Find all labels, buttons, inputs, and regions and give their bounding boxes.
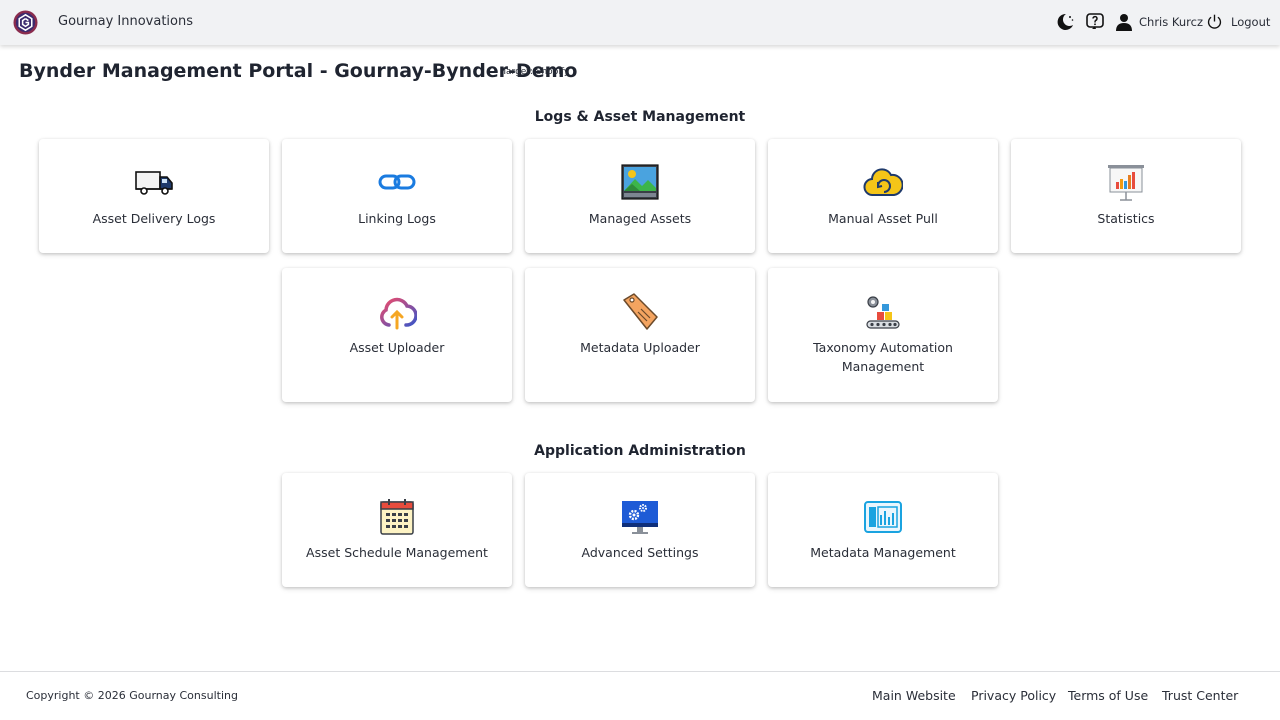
card-label: Advanced Settings — [581, 545, 699, 560]
section-title-admin: Application Administration — [534, 443, 746, 459]
card-label: Asset Delivery Logs — [92, 211, 216, 226]
copyright-text: Copyright © 2026 Gournay Consulting — [26, 689, 238, 702]
card-label: Metadata Uploader — [580, 340, 700, 355]
card-linking-logs[interactable]: Linking Logs — [282, 139, 512, 253]
top-navbar: Gournay Innovations Chris Kurcz Logout — [0, 0, 1280, 45]
conveyor-automation-icon — [866, 296, 900, 329]
card-manual-asset-pull[interactable]: Manual Asset Pull — [768, 139, 998, 253]
target-label: Target: Shopify — [502, 67, 570, 77]
price-tag-icon — [623, 293, 658, 330]
power-icon[interactable] — [1206, 13, 1223, 30]
card-label: Asset Schedule Management — [306, 545, 488, 560]
card-label: Metadata Management — [810, 545, 956, 560]
card-asset-delivery-logs[interactable]: Asset Delivery Logs — [39, 139, 269, 253]
dark-mode-moon-icon[interactable] — [1055, 12, 1075, 32]
page-title: Bynder Management Portal - Gournay-Bynde… — [19, 60, 578, 82]
footer-link-terms-of-use[interactable]: Terms of Use — [1068, 688, 1148, 703]
card-asset-uploader[interactable]: Asset Uploader — [282, 268, 512, 402]
landscape-image-icon — [621, 164, 659, 200]
card-metadata-management[interactable]: Metadata Management — [768, 473, 998, 587]
footer-link-privacy-policy[interactable]: Privacy Policy — [971, 688, 1056, 703]
logout-link[interactable]: Logout — [1231, 15, 1270, 29]
link-icon — [378, 174, 416, 190]
brand-name[interactable]: Gournay Innovations — [58, 14, 193, 29]
footer-divider — [0, 671, 1280, 672]
card-label: Asset Uploader — [349, 340, 445, 355]
card-taxonomy-automation[interactable]: Taxonomy Automation Management — [768, 268, 998, 402]
card-asset-schedule[interactable]: Asset Schedule Management — [282, 473, 512, 587]
brand-logo-icon[interactable] — [13, 10, 38, 35]
card-label: Managed Assets — [588, 211, 692, 226]
cloud-sync-icon — [863, 168, 903, 196]
card-managed-assets[interactable]: Managed Assets — [525, 139, 755, 253]
card-label: Statistics — [1097, 211, 1155, 226]
bar-chart-presentation-icon — [1108, 165, 1144, 201]
help-icon[interactable] — [1085, 12, 1105, 32]
monitor-gears-icon — [622, 501, 658, 534]
footer-link-main-website[interactable]: Main Website — [872, 688, 956, 703]
card-statistics[interactable]: Statistics — [1011, 139, 1241, 253]
dashboard-panel-icon — [864, 501, 902, 533]
card-advanced-settings[interactable]: Advanced Settings — [525, 473, 755, 587]
card-label: Taxonomy Automation Management — [813, 340, 953, 374]
user-name[interactable]: Chris Kurcz — [1139, 15, 1203, 29]
delivery-truck-icon — [135, 171, 173, 195]
cloud-upload-icon — [380, 297, 417, 330]
footer-link-trust-center[interactable]: Trust Center — [1162, 688, 1238, 703]
user-icon[interactable] — [1114, 12, 1134, 32]
calendar-icon — [380, 499, 414, 535]
section-title-logs: Logs & Asset Management — [534, 109, 746, 125]
card-label: Manual Asset Pull — [828, 211, 938, 226]
card-label: Linking Logs — [358, 211, 436, 226]
card-metadata-uploader[interactable]: Metadata Uploader — [525, 268, 755, 402]
